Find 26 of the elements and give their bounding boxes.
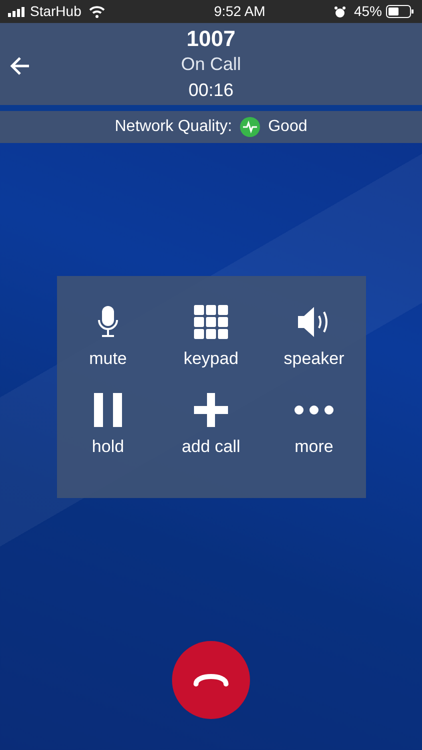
plus-icon (194, 393, 228, 427)
signal-quality-icon (240, 117, 260, 137)
network-quality-value: Good (268, 117, 308, 137)
pause-icon (94, 393, 122, 427)
call-control-button[interactable]: add call (160, 386, 262, 474)
alarm-icon (334, 6, 346, 18)
battery-icon (386, 5, 414, 18)
call-control-button[interactable]: more (262, 386, 366, 474)
more-icon (294, 405, 334, 415)
phone-icon (193, 672, 229, 688)
call-status: On Call (180, 52, 242, 76)
battery-percentage: 45% (354, 2, 382, 21)
microphone-icon (97, 306, 119, 338)
caller-number: 1007 (186, 26, 236, 52)
wifi-icon (89, 6, 106, 18)
call-control-button[interactable]: speaker (262, 298, 366, 386)
call-timer: 00:16 (188, 78, 234, 102)
call-control-button[interactable]: mute (56, 298, 160, 386)
keypad-icon (194, 305, 228, 339)
call-control-button[interactable]: hold (56, 386, 160, 474)
carrier-name: StarHub (30, 2, 82, 21)
signal-icon (8, 6, 26, 16)
back-arrow-icon (9, 56, 31, 76)
clock-time: 9:52 AM (212, 2, 266, 21)
network-quality-label: Network Quality: (114, 117, 232, 137)
call-control-button[interactable]: keypad (160, 298, 262, 386)
